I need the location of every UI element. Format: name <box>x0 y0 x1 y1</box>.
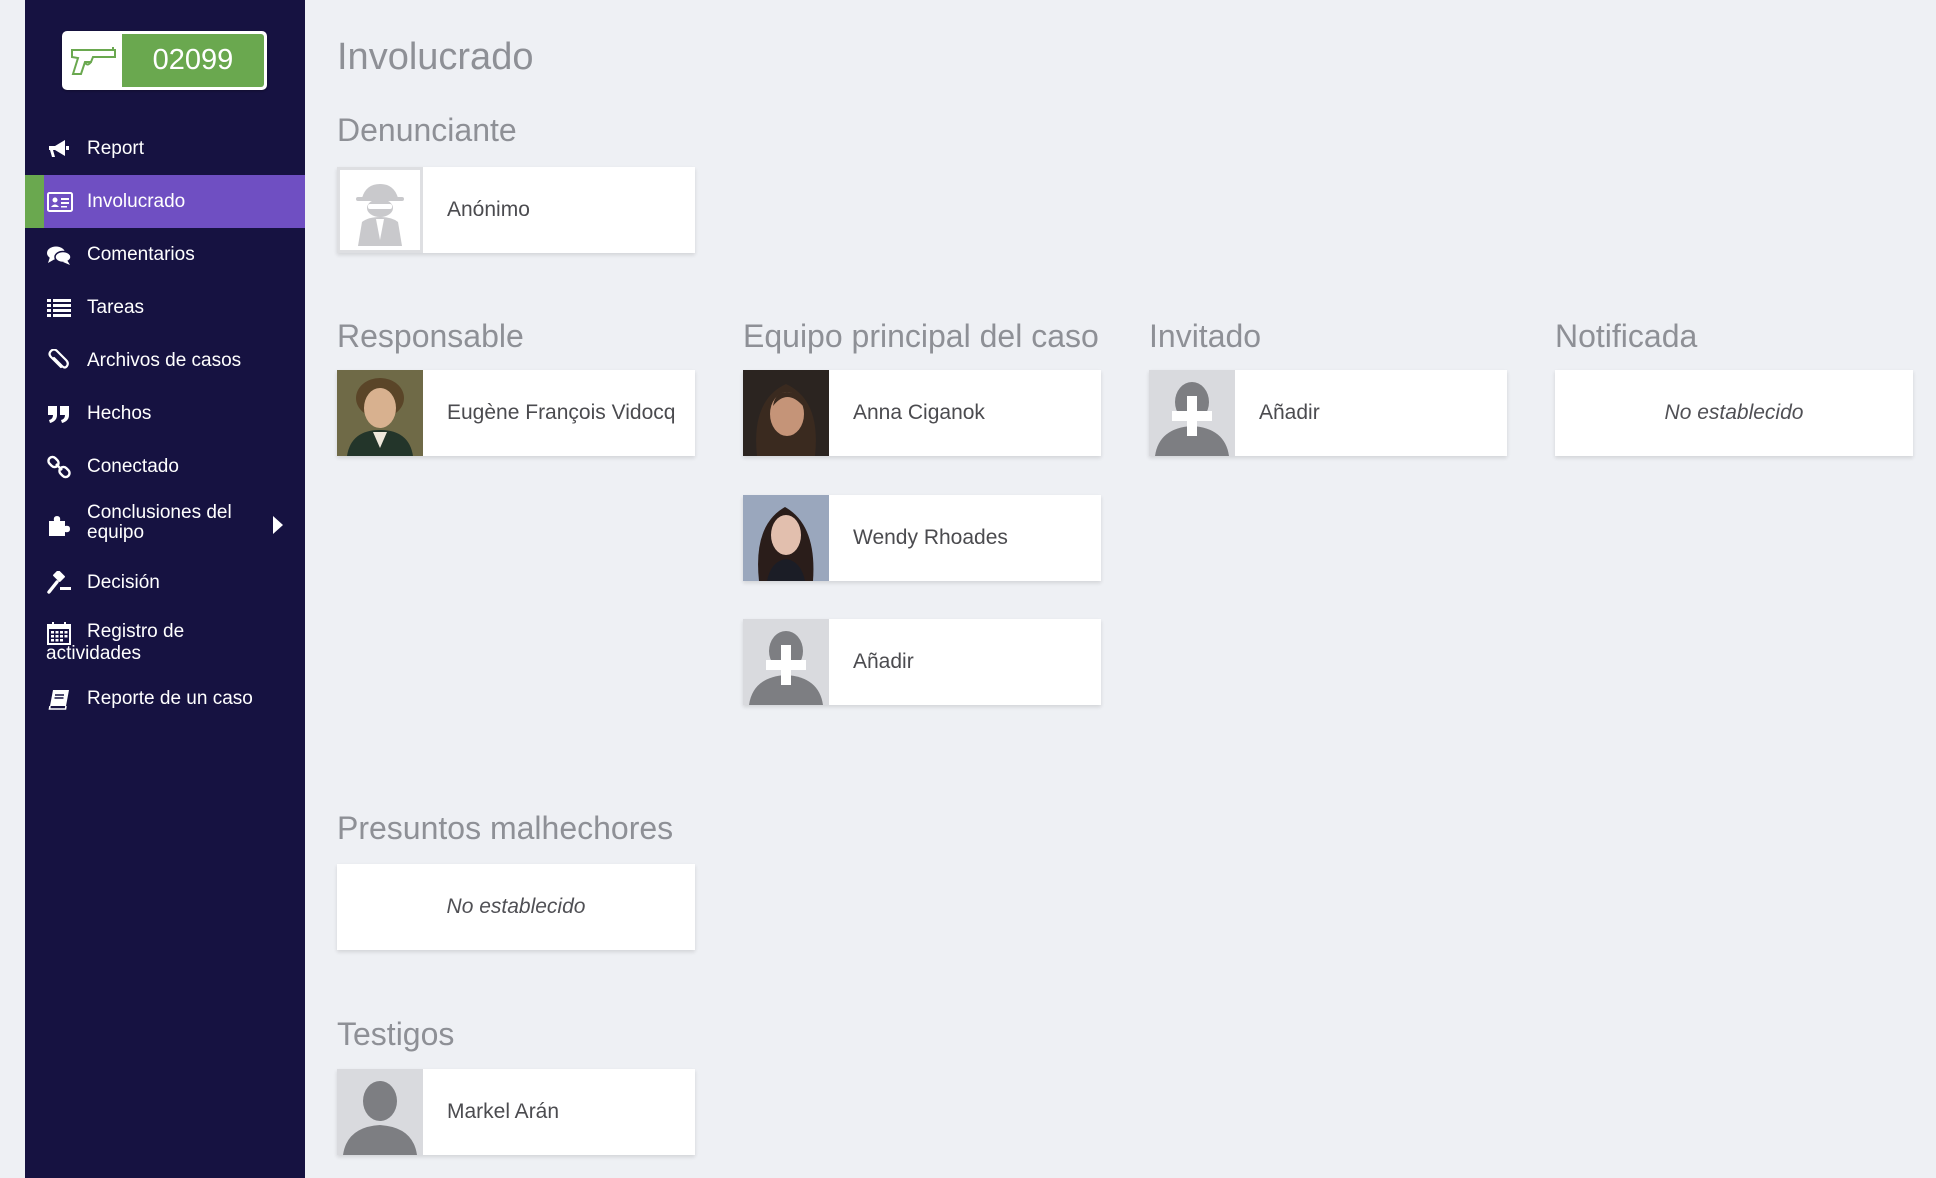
left-edge-strip <box>0 0 25 1178</box>
avatar <box>337 370 423 456</box>
sidebar-item-conectado[interactable]: Conectado <box>25 440 305 493</box>
sidebar-item-label: Tareas <box>87 296 145 318</box>
notificada-empty-card[interactable]: No establecido <box>1555 370 1913 456</box>
person-name: Wendy Rhoades <box>853 526 1008 549</box>
megaphone-icon <box>46 137 72 161</box>
sidebar-item-comentarios[interactable]: Comentarios <box>25 228 305 281</box>
puzzle-icon <box>46 513 72 537</box>
section-title-notificada: Notificada <box>1555 318 1698 354</box>
book-icon <box>46 687 72 711</box>
person-name: Markel Arán <box>447 1100 560 1123</box>
add-team-member-button[interactable]: Añadir <box>743 619 1101 705</box>
add-person-icon <box>743 619 829 705</box>
chevron-right-icon[interactable] <box>273 515 283 534</box>
section-title-malhechores: Presuntos malhechores <box>337 810 674 846</box>
malhechores-empty-card[interactable]: No establecido <box>337 864 695 950</box>
sidebar-item-label: Reporte de un caso <box>87 687 253 709</box>
default-person-avatar <box>337 1069 423 1155</box>
person-name: Anna Ciganok <box>853 401 985 424</box>
anonymous-spy-avatar <box>337 167 423 253</box>
sidebar-item-label: Decisión <box>87 571 160 593</box>
section-title-equipo: Equipo principal del caso <box>743 318 1099 354</box>
sidebar-item-label: Involucrado <box>87 190 186 212</box>
section-title-responsable: Responsable <box>337 318 524 354</box>
id-card-icon <box>47 190 73 214</box>
quote-icon <box>46 402 72 426</box>
sidebar-item-involucrado[interactable]: Involucrado <box>25 175 305 228</box>
sidebar-item-report[interactable]: Report <box>25 122 305 175</box>
person-name: Anónimo <box>447 198 530 221</box>
sidebar-item-reporte[interactable]: Reporte de un caso <box>25 672 305 725</box>
person-card-testigo[interactable]: Markel Arán <box>337 1069 695 1155</box>
case-number-badge[interactable]: 02099 <box>62 31 267 90</box>
person-card-team-member[interactable]: Anna Ciganok <box>743 370 1101 456</box>
sidebar-item-registro[interactable]: Registro de actividades <box>25 609 305 672</box>
add-person-icon <box>1149 370 1235 456</box>
list-icon <box>46 296 72 320</box>
sidebar-item-label: Conectado <box>87 455 179 477</box>
sidebar-item-archivos[interactable]: Archivos de casos <box>25 334 305 387</box>
person-card-responsable[interactable]: Eugène François Vidocq <box>337 370 695 456</box>
section-title-testigos: Testigos <box>337 1016 455 1052</box>
sidebar-item-decision[interactable]: Decisión <box>25 556 305 609</box>
person-card-denunciante[interactable]: Anónimo <box>337 167 695 253</box>
sidebar-item-label: Comentarios <box>87 243 195 265</box>
sidebar-item-label: Report <box>87 137 145 159</box>
page-title: Involucrado <box>337 36 534 78</box>
avatar <box>743 370 829 456</box>
sidebar-nav: Report Involucrado Comentarios Tareas Ar… <box>25 122 305 725</box>
gun-icon <box>65 34 122 87</box>
comments-icon <box>46 243 72 267</box>
section-title-invitado: Invitado <box>1149 318 1262 354</box>
not-set-label: No establecido <box>446 895 586 918</box>
sidebar-item-tareas[interactable]: Tareas <box>25 281 305 334</box>
sidebar-item-conclusiones[interactable]: Conclusiones del equipo <box>25 493 305 556</box>
person-name: Eugène François Vidocq <box>447 401 676 424</box>
sidebar: 02099 Report Involucrado Comentarios Tar… <box>25 0 305 1178</box>
gavel-icon <box>46 570 72 595</box>
sidebar-item-label: Conclusiones del equipo <box>87 502 232 543</box>
sidebar-item-label: Archivos de casos <box>87 349 242 371</box>
avatar <box>743 495 829 581</box>
paperclip-icon <box>46 348 72 373</box>
sidebar-item-hechos[interactable]: Hechos <box>25 387 305 440</box>
case-number: 02099 <box>122 34 264 87</box>
add-invitado-button[interactable]: Añadir <box>1149 370 1507 456</box>
person-card-team-member[interactable]: Wendy Rhoades <box>743 495 1101 581</box>
not-set-label: No establecido <box>1664 401 1804 424</box>
section-title-denunciante: Denunciante <box>337 112 517 148</box>
sidebar-item-label: Hechos <box>87 402 152 424</box>
sidebar-item-label: Registro de actividades <box>46 621 185 664</box>
add-label: Añadir <box>1259 401 1320 424</box>
add-label: Añadir <box>853 650 914 673</box>
link-icon <box>46 455 72 479</box>
